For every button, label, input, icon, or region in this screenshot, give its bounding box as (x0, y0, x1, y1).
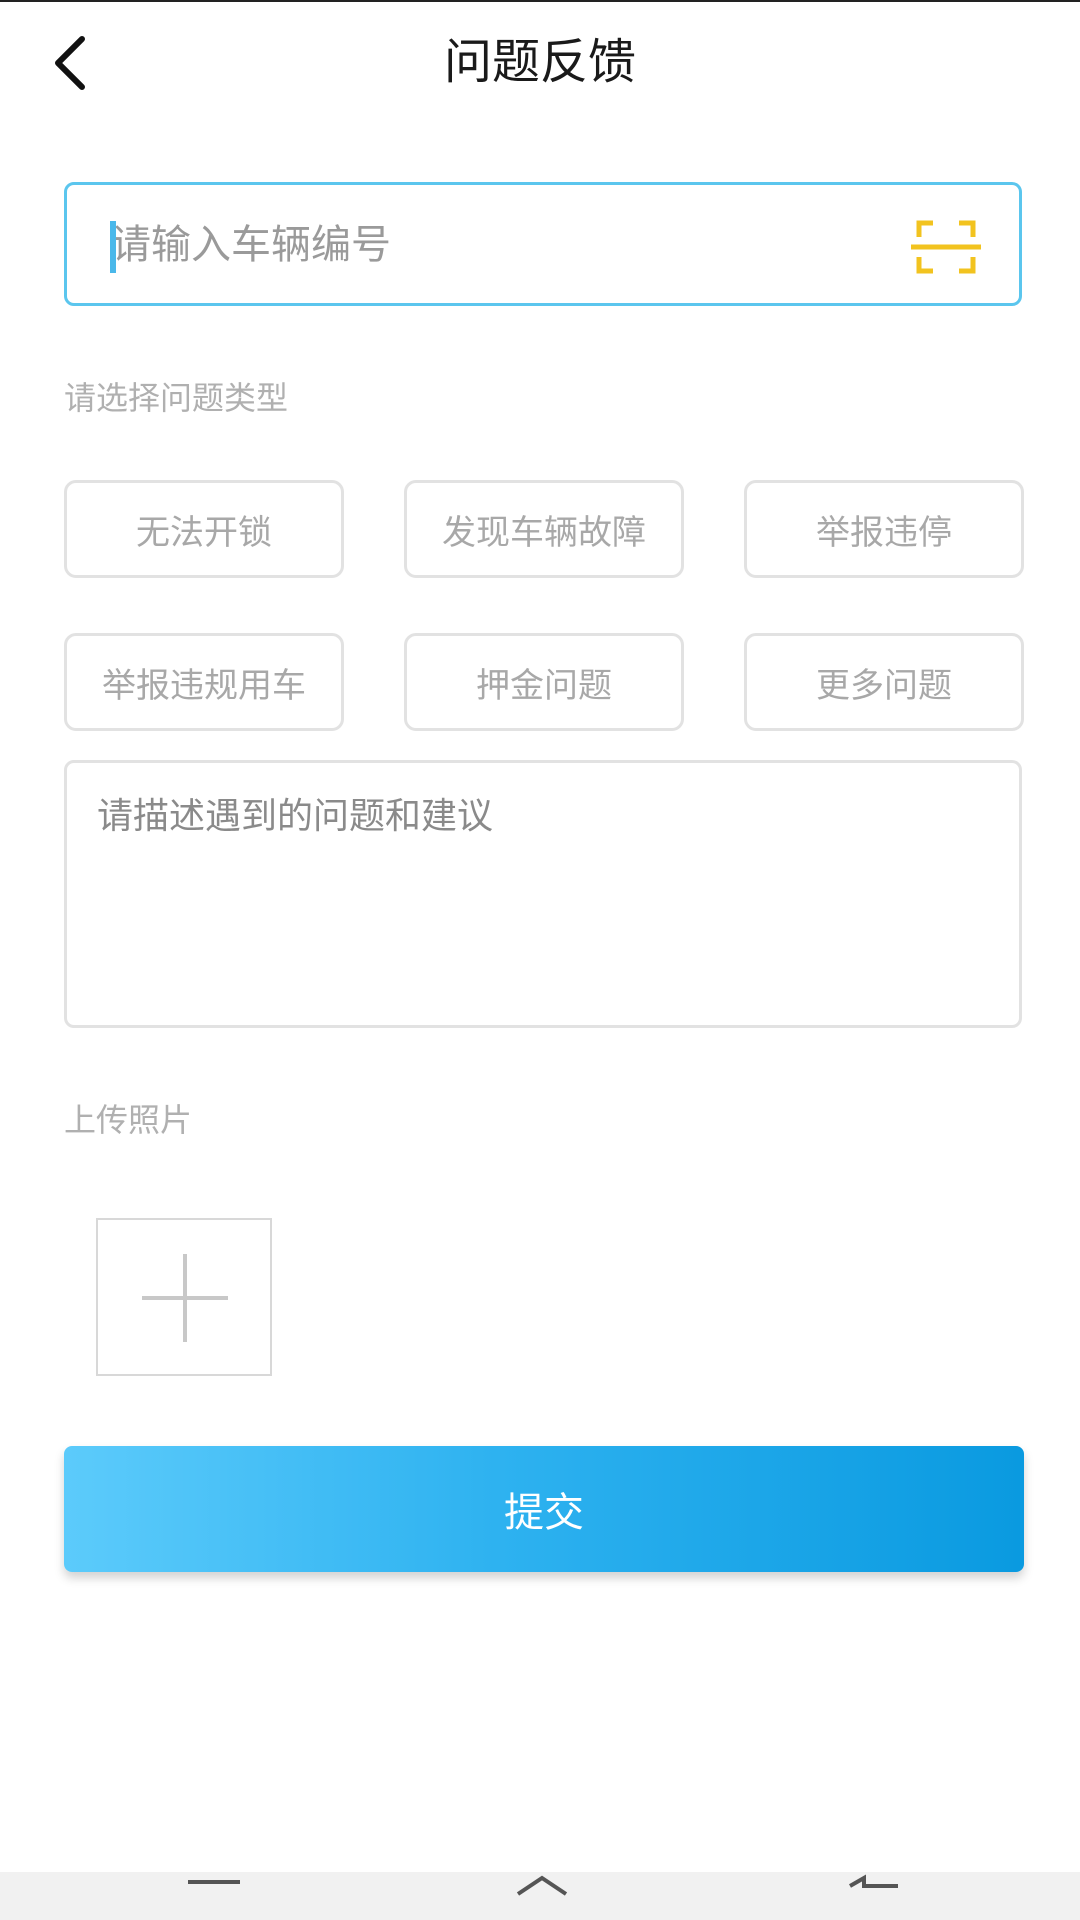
vehicle-number-field[interactable] (64, 182, 1022, 306)
submit-button[interactable]: 提交 (64, 1446, 1024, 1572)
system-navigation-bar (0, 1872, 1080, 1920)
add-photo-button[interactable] (96, 1218, 272, 1376)
feedback-page: 问题反馈 请选择问题类型 无法开锁 发现车辆故障 举报违停 举报违规用车 押金问… (0, 0, 1080, 1920)
nav-back-button[interactable] (814, 1872, 934, 1920)
back-arrow-icon (849, 1874, 898, 1888)
vehicle-number-input[interactable] (111, 207, 871, 283)
problem-type-option[interactable]: 押金问题 (404, 633, 684, 731)
page-title: 问题反馈 (443, 34, 636, 90)
description-field[interactable] (64, 760, 1022, 1028)
problem-type-option[interactable]: 发现车辆故障 (404, 480, 684, 578)
upload-photo-label: 上传照片 (64, 1101, 193, 1139)
nav-menu-button[interactable] (154, 1872, 274, 1920)
nav-home-button[interactable] (482, 1872, 602, 1920)
home-icon (516, 1875, 568, 1896)
problem-type-option[interactable]: 举报违停 (744, 480, 1024, 578)
description-input[interactable] (97, 787, 987, 1007)
problem-type-label: 请选择问题类型 (64, 379, 289, 417)
menu-icon (188, 1880, 240, 1884)
scan-button[interactable] (911, 219, 981, 275)
problem-type-option[interactable]: 更多问题 (744, 633, 1024, 731)
text-cursor (110, 221, 116, 273)
scan-frame-icon (911, 220, 981, 274)
problem-type-option[interactable]: 无法开锁 (64, 480, 344, 578)
problem-type-option[interactable]: 举报违规用车 (64, 633, 344, 731)
header: 问题反馈 (0, 0, 1080, 130)
